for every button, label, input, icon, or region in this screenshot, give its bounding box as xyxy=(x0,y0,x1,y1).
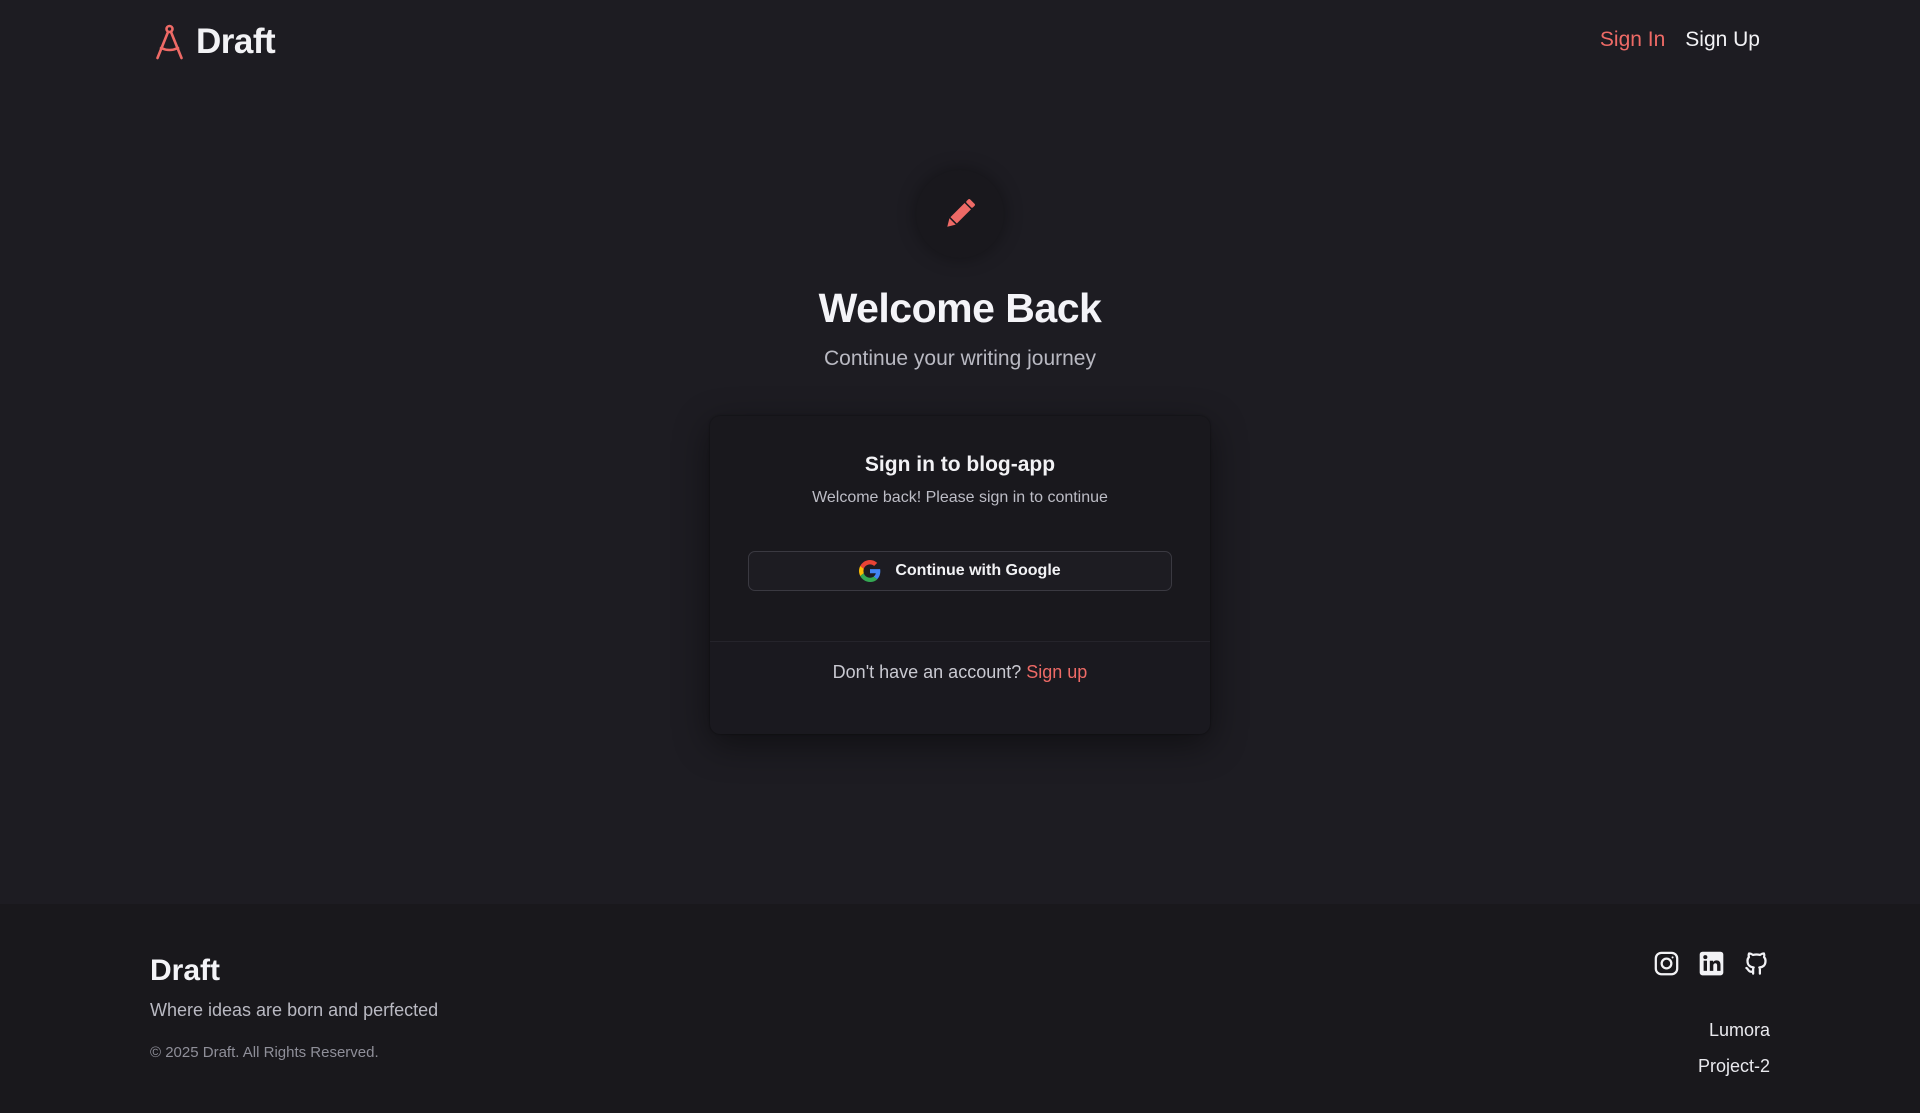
page-title: Welcome Back xyxy=(818,285,1102,331)
sign-in-card-body: Sign in to blog-app Welcome back! Please… xyxy=(710,416,1210,641)
brand-name: Draft xyxy=(196,22,276,61)
footer-copyright: © 2025 Draft. All Rights Reserved. xyxy=(150,1044,379,1061)
site-header: Draft Sign In Sign Up xyxy=(0,0,1920,84)
sign-in-card: Sign in to blog-app Welcome back! Please… xyxy=(710,416,1210,734)
continue-with-google-label: Continue with Google xyxy=(895,562,1061,579)
pencil-icon xyxy=(947,199,975,227)
sign-up-link[interactable]: Sign up xyxy=(1026,662,1087,682)
footer-tagline: Where ideas are born and perfected xyxy=(150,1000,439,1020)
google-icon xyxy=(859,560,881,582)
footer-links: Lumora Project-2 xyxy=(1698,1012,1770,1084)
page-subtitle: Continue your writing journey xyxy=(824,347,1096,370)
footer-link-project-2[interactable]: Project-2 xyxy=(1698,1048,1770,1084)
compass-drafting-icon xyxy=(156,24,183,60)
linkedin-link[interactable] xyxy=(1698,950,1725,977)
instagram-icon xyxy=(1654,951,1679,976)
nav-sign-up-link[interactable]: Sign Up xyxy=(1685,28,1760,52)
instagram-link[interactable] xyxy=(1653,950,1680,977)
brand-logo-link[interactable]: Draft xyxy=(153,22,276,62)
footer-brand-name: Draft xyxy=(150,954,221,987)
github-icon xyxy=(1745,952,1767,975)
card-divider xyxy=(710,641,1210,642)
github-link[interactable] xyxy=(1743,950,1770,977)
sign-in-card-title: Sign in to blog-app xyxy=(864,453,1056,476)
hero-icon-badge xyxy=(916,170,1004,258)
sign-up-prompt: Don't have an account? Sign up xyxy=(710,662,1210,683)
sign-in-card-subtitle: Welcome back! Please sign in to continue xyxy=(812,489,1108,506)
footer-link-lumora[interactable]: Lumora xyxy=(1698,1012,1770,1048)
nav-sign-in-link[interactable]: Sign In xyxy=(1600,28,1665,52)
social-links xyxy=(1653,950,1770,977)
top-nav: Sign In Sign Up xyxy=(1600,28,1760,52)
site-footer: Draft Where ideas are born and perfected… xyxy=(0,904,1920,1113)
sign-up-prompt-text: Don't have an account? xyxy=(832,662,1022,682)
linkedin-icon xyxy=(1699,951,1724,976)
continue-with-google-button[interactable]: Continue with Google xyxy=(748,551,1172,591)
